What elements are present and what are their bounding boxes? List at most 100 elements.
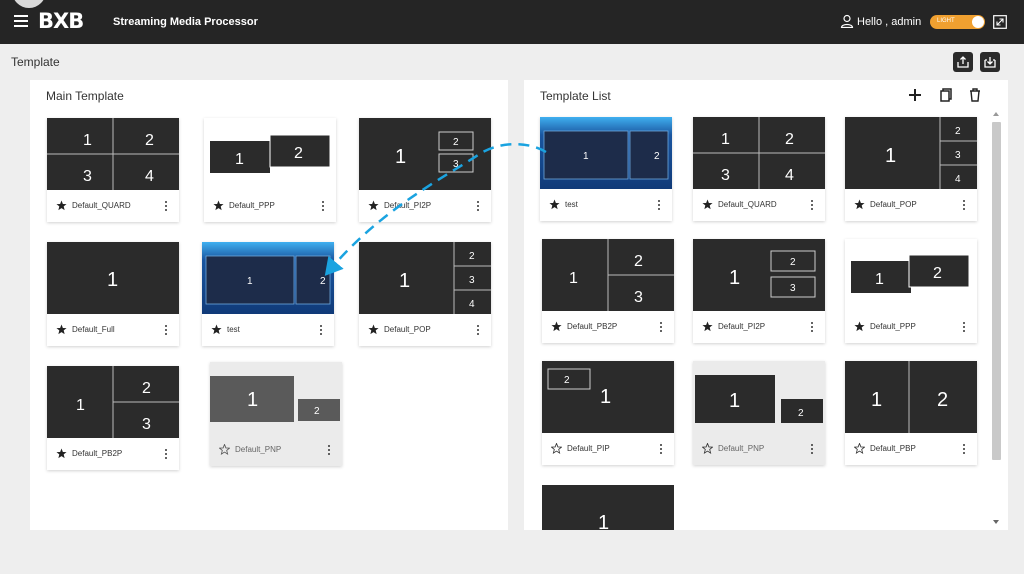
star-outline-icon[interactable] [854, 443, 865, 454]
zone-1-label: 1 [235, 151, 244, 168]
theme-toggle-label: LIGHT [937, 18, 955, 24]
zone-2-label: 2 [798, 408, 804, 419]
star-icon[interactable] [56, 448, 67, 459]
star-icon[interactable] [702, 199, 713, 210]
template-name: Default_PNP [718, 444, 765, 453]
template-card-default-ppp[interactable]: 1 2 Default_PPP [204, 118, 336, 222]
list-card-default-pb2p[interactable]: 1 2 3 Default_PB2P [542, 239, 674, 343]
more-vert-icon[interactable] [327, 444, 331, 456]
star-icon[interactable] [368, 200, 379, 211]
zone-1-label: 1 [600, 386, 611, 408]
zone-2-label: 2 [654, 151, 660, 162]
top-bar: BXB Streaming Media Processor Hello , ad… [0, 0, 1024, 44]
hamburger-icon[interactable] [14, 15, 28, 27]
plus-icon[interactable] [906, 86, 924, 104]
export-button[interactable] [953, 52, 973, 72]
user-greeting[interactable]: Hello , admin [857, 16, 921, 28]
template-card-default-pb2p[interactable]: 1 2 3 Default_PB2P [47, 366, 179, 470]
star-icon[interactable] [213, 200, 224, 211]
zone-4-label: 4 [469, 299, 475, 310]
star-outline-icon[interactable] [702, 443, 713, 454]
list-card-default-pnp[interactable]: 1 2 Default_PNP [693, 361, 825, 465]
more-vert-icon[interactable] [962, 321, 966, 333]
list-card-default-pop[interactable]: 1 2 3 4 Default_POP [845, 117, 977, 221]
template-card-default-pop[interactable]: 1 2 3 4 Default_POP [359, 242, 491, 346]
star-icon[interactable] [211, 324, 222, 335]
more-vert-icon[interactable] [659, 443, 663, 455]
scrollbar-thumb[interactable] [992, 122, 1001, 460]
layout-thumbnail: 1 2 [540, 117, 672, 189]
zone-1-label: 1 [569, 270, 578, 287]
list-card-partial[interactable]: 1 [542, 485, 674, 530]
more-vert-icon[interactable] [810, 321, 814, 333]
template-card-default-pi2p[interactable]: 1 2 3 Default_PI2P [359, 118, 491, 222]
user-icon[interactable] [840, 14, 854, 28]
zone-3-label: 3 [453, 159, 459, 170]
more-vert-icon[interactable] [319, 324, 323, 336]
layout-thumbnail: 1 2 [845, 361, 977, 433]
import-icon [984, 57, 996, 68]
scroll-up-arrow[interactable] [993, 112, 999, 116]
zone-1-label: 1 [583, 151, 589, 162]
more-vert-icon[interactable] [476, 324, 480, 336]
list-card-default-quard[interactable]: 1 2 3 4 Default_QUARD [693, 117, 825, 221]
layout-thumbnail: 1 2 3 [542, 239, 674, 311]
star-outline-icon[interactable] [551, 443, 562, 454]
star-icon[interactable] [854, 199, 865, 210]
star-icon[interactable] [551, 321, 562, 332]
template-name: Default_PIP [567, 444, 610, 453]
list-card-default-pip[interactable]: 2 1 Default_PIP [542, 361, 674, 465]
zone-3-label: 3 [955, 150, 961, 161]
template-name: Default_PI2P [384, 201, 432, 210]
more-vert-icon[interactable] [164, 324, 168, 336]
template-card-default-full[interactable]: 1 Default_Full [47, 242, 179, 346]
theme-toggle[interactable]: LIGHT [930, 15, 985, 29]
more-vert-icon[interactable] [810, 443, 814, 455]
layout-thumbnail: 1 2 3 [693, 239, 825, 311]
more-vert-icon[interactable] [659, 321, 663, 333]
layout-thumbnail: 1 [542, 485, 674, 530]
star-outline-icon[interactable] [219, 444, 230, 455]
list-card-test[interactable]: 1 2 test [540, 117, 672, 221]
zone-1-label: 1 [729, 390, 740, 412]
zone-2-label: 2 [453, 137, 459, 148]
import-button[interactable] [980, 52, 1000, 72]
zone-1-label: 1 [871, 389, 882, 411]
more-vert-icon[interactable] [476, 200, 480, 212]
layout-thumbnail: 1 [47, 242, 179, 314]
zone-1-label: 1 [247, 389, 258, 411]
list-card-default-pbp[interactable]: 1 2 Default_PBP [845, 361, 977, 465]
list-card-default-pi2p[interactable]: 1 2 3 Default_PI2P [693, 239, 825, 343]
layout-thumbnail: 1 2 3 4 [47, 118, 179, 190]
star-icon[interactable] [549, 199, 560, 210]
template-card-default-pnp[interactable]: 1 2 Default_PNP [210, 362, 342, 466]
layout-thumbnail: 1 2 3 4 [359, 242, 491, 314]
more-vert-icon[interactable] [657, 199, 661, 211]
more-vert-icon[interactable] [962, 443, 966, 455]
layout-thumbnail: 1 2 [204, 118, 336, 190]
star-icon[interactable] [56, 200, 67, 211]
copy-icon[interactable] [936, 86, 954, 104]
star-icon[interactable] [854, 321, 865, 332]
template-card-default-quard[interactable]: 1 2 3 4 Default_QUARD [47, 118, 179, 222]
more-vert-icon[interactable] [164, 200, 168, 212]
template-name: Default_PI2P [718, 322, 766, 331]
template-name: Default_QUARD [718, 200, 777, 209]
zone-2-label: 2 [933, 265, 942, 282]
template-list-title: Template List [540, 89, 611, 103]
star-icon[interactable] [702, 321, 713, 332]
scroll-down-arrow[interactable] [993, 520, 999, 524]
trash-icon[interactable] [966, 86, 984, 104]
brand-logo: BXB [38, 9, 84, 33]
template-card-test[interactable]: 1 2 test [202, 242, 334, 346]
more-vert-icon[interactable] [164, 448, 168, 460]
zone-3-label: 3 [721, 167, 730, 184]
more-vert-icon[interactable] [962, 199, 966, 211]
list-card-default-ppp[interactable]: 1 2 Default_PPP [845, 239, 977, 343]
star-icon[interactable] [368, 324, 379, 335]
star-icon[interactable] [56, 324, 67, 335]
expand-icon[interactable] [993, 15, 1007, 29]
more-vert-icon[interactable] [321, 200, 325, 212]
more-vert-icon[interactable] [810, 199, 814, 211]
template-name: Default_PNP [235, 445, 282, 454]
